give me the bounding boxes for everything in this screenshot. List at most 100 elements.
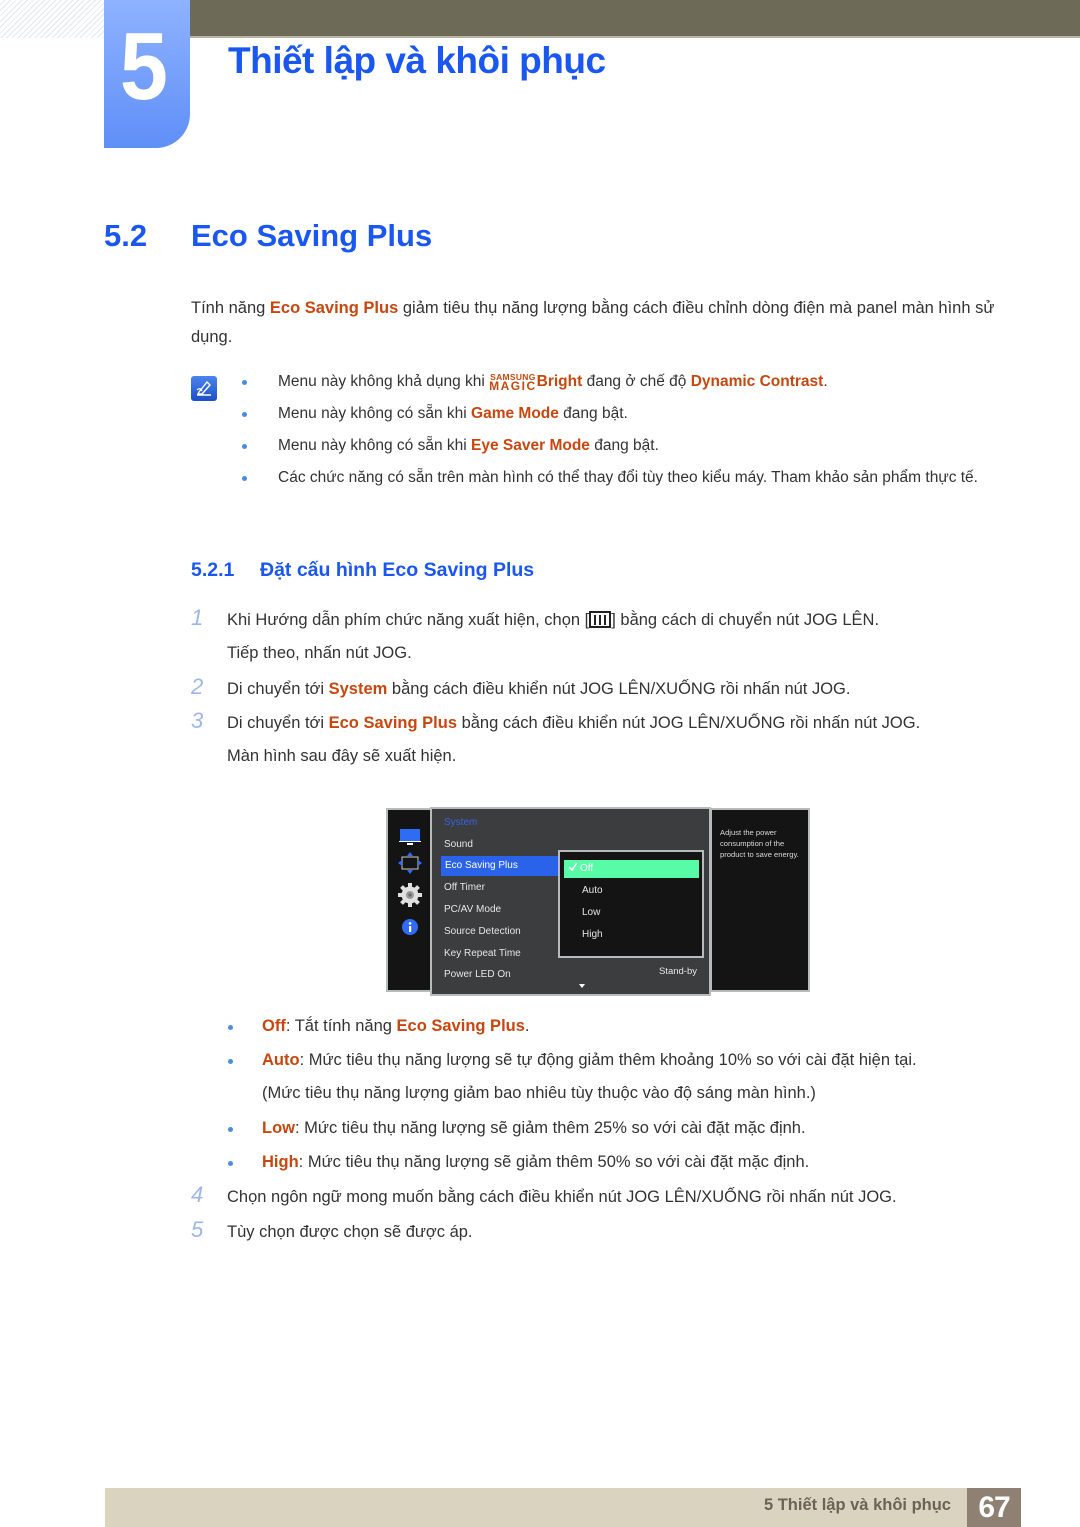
gear-icon — [398, 883, 422, 907]
samsung-magic-logo: SAMSUNG MAGIC — [489, 373, 537, 393]
option-desc-off: Off: Tắt tính năng Eco Saving Plus. — [226, 1010, 1026, 1043]
bullet — [242, 444, 247, 449]
notes-list: Menu này không khả dụng khi SAMSUNG MAGIC… — [240, 370, 1020, 498]
step-text: Tiếp theo, nhấn nút JOG. — [227, 644, 412, 662]
step-text: Di chuyển tới — [227, 680, 329, 698]
note-text: đang bật. — [558, 405, 628, 422]
option-descriptions: Off: Tắt tính năng Eco Saving Plus. Auto… — [226, 1010, 1026, 1180]
chapter-badge: 5 — [104, 0, 190, 148]
note-item: Menu này không có sẵn khi Eye Saver Mode… — [240, 434, 1020, 458]
option-text: . — [524, 1017, 530, 1035]
option-label: Off — [262, 1017, 286, 1035]
bullet — [242, 380, 247, 385]
magic-bottom: MAGIC — [489, 379, 537, 393]
step-4: 4 Chọn ngôn ngữ mong muốn bằng cách điều… — [191, 1181, 1021, 1214]
subsection-number: 5.2.1 — [191, 559, 235, 581]
note-text: Menu này không khả dụng khi — [278, 373, 490, 390]
scroll-down-arrow-icon[interactable] — [579, 984, 585, 988]
step-text: Khi Hướng dẫn phím chức năng xuất hiện, … — [227, 611, 590, 629]
step-text: Di chuyển tới — [227, 714, 329, 732]
step-3: 3 Di chuyển tới Eco Saving Plus bằng các… — [191, 707, 1021, 773]
footer-chapter-label: 5 Thiết lập và khôi phục — [763, 1496, 951, 1514]
option-text: (Mức tiêu thụ năng lượng giảm bao nhiêu … — [262, 1084, 816, 1102]
option-text: : Mức tiêu thụ năng lượng sẽ giảm thêm 5… — [298, 1153, 810, 1171]
bullet — [228, 1025, 233, 1030]
chapter-title: Thiết lập và khôi phục — [228, 40, 606, 81]
step-1: 1 Khi Hướng dẫn phím chức năng xuất hiện… — [191, 604, 1021, 670]
note-text: Menu này không có sẵn khi — [278, 437, 472, 454]
osd-option-label: Off — [580, 863, 594, 874]
osd-menu-item-key-repeat-time[interactable]: Key Repeat Time — [444, 944, 521, 964]
option-label: Auto — [262, 1051, 300, 1069]
brand-bright: Bright — [536, 373, 583, 390]
step-text: Chọn ngôn ngữ mong muốn bằng cách điều k… — [227, 1188, 897, 1206]
note-highlight: Eye Saver Mode — [471, 437, 590, 454]
page-number: 67 — [967, 1488, 1021, 1527]
option-label: Low — [262, 1119, 295, 1137]
intro-highlight: Eco Saving Plus — [269, 299, 399, 317]
step-highlight: System — [328, 680, 388, 698]
intro-text: Tính năng — [191, 299, 270, 317]
osd-options-submenu: Off Auto Low High — [558, 850, 704, 958]
osd-menu-item-source-detection[interactable]: Source Detection — [444, 922, 521, 942]
osd-menu-item-eco-saving-plus[interactable]: Eco Saving Plus — [441, 856, 558, 876]
step-text: Màn hình sau đây sẽ xuất hiện. — [227, 747, 457, 765]
step-number: 3 — [191, 708, 204, 733]
osd-option-off[interactable]: Off — [564, 860, 699, 878]
note-highlight: Dynamic Contrast — [690, 373, 824, 390]
note-item: Menu này không có sẵn khi Game Mode đang… — [240, 402, 1020, 426]
option-label: High — [262, 1153, 299, 1171]
chapter-number: 5 — [119, 13, 168, 120]
osd-help-text: Adjust the power consumption of the prod… — [720, 828, 799, 859]
osd-option-high[interactable]: High — [582, 926, 603, 944]
osd-system-menu: System Sound Eco Saving Plus Off Timer P… — [430, 807, 711, 996]
note-item: Menu này không khả dụng khi SAMSUNG MAGIC… — [240, 370, 1020, 394]
checkmark-icon — [568, 860, 580, 878]
step-number: 2 — [191, 674, 204, 699]
note-highlight: Game Mode — [471, 405, 559, 422]
osd-option-low[interactable]: Low — [582, 904, 600, 922]
step-text: ] bằng cách di chuyển nút JOG LÊN. — [611, 611, 880, 629]
osd-icon-sidebar — [386, 808, 432, 992]
note-text: . — [823, 373, 828, 390]
bullet — [242, 412, 247, 417]
osd-menu-item-pc-av-mode[interactable]: PC/AV Mode — [444, 900, 501, 920]
option-text: : Mức tiêu thụ năng lượng sẽ tự động giả… — [299, 1051, 917, 1069]
header-hatch-pattern — [0, 0, 104, 38]
option-desc-low: Low: Mức tiêu thụ năng lượng sẽ giảm thê… — [226, 1112, 1026, 1145]
note-text: Các chức năng có sẵn trên màn hình có th… — [278, 469, 978, 486]
section-title: Eco Saving Plus — [191, 218, 433, 253]
option-desc-high: High: Mức tiêu thụ năng lượng sẽ giảm th… — [226, 1146, 1026, 1179]
step-number: 5 — [191, 1217, 204, 1242]
option-text: : Tắt tính năng — [285, 1017, 397, 1035]
step-text: bằng cách điều khiển nút JOG LÊN/XUỐNG r… — [457, 714, 921, 732]
section-intro: Tính năng Eco Saving Plus giảm tiêu thụ … — [191, 294, 1011, 352]
bullet — [228, 1161, 233, 1166]
step-number: 4 — [191, 1182, 204, 1207]
menu-grid-icon — [589, 611, 612, 628]
osd-power-led-value: Stand-by — [658, 966, 697, 977]
osd-option-auto[interactable]: Auto — [582, 882, 603, 900]
step-2: 2 Di chuyển tới System bằng cách điều kh… — [191, 673, 1021, 706]
osd-menu-item-off-timer[interactable]: Off Timer — [444, 878, 485, 898]
page-footer: 5 Thiết lập và khôi phục 67 — [105, 1488, 1021, 1527]
option-highlight: Eco Saving Plus — [396, 1017, 525, 1035]
osd-menu-item-power-led-on[interactable]: Power LED On — [444, 965, 511, 985]
osd-menu-title: System — [444, 817, 478, 828]
subsection-title: Đặt cấu hình Eco Saving Plus — [260, 559, 535, 581]
step-text: Tùy chọn được chọn sẽ được áp. — [227, 1223, 473, 1241]
monitor-icon — [399, 829, 421, 845]
note-text: đang bật. — [589, 437, 659, 454]
subsection-heading: 5.2.1 Đặt cấu hình Eco Saving Plus — [191, 559, 534, 582]
note-pencil-icon — [191, 376, 217, 401]
bullet — [242, 476, 247, 481]
option-text: : Mức tiêu thụ năng lượng sẽ giảm thêm 2… — [295, 1119, 806, 1137]
osd-help-panel: Adjust the power consumption of the prod… — [710, 808, 810, 992]
header-band — [190, 0, 1080, 38]
info-icon — [402, 919, 418, 935]
resize-arrows-icon — [398, 852, 422, 874]
note-text: Menu này không có sẵn khi — [278, 405, 472, 422]
step-number: 1 — [191, 605, 204, 630]
bullet — [228, 1059, 233, 1064]
osd-menu-item-sound[interactable]: Sound — [444, 835, 473, 855]
